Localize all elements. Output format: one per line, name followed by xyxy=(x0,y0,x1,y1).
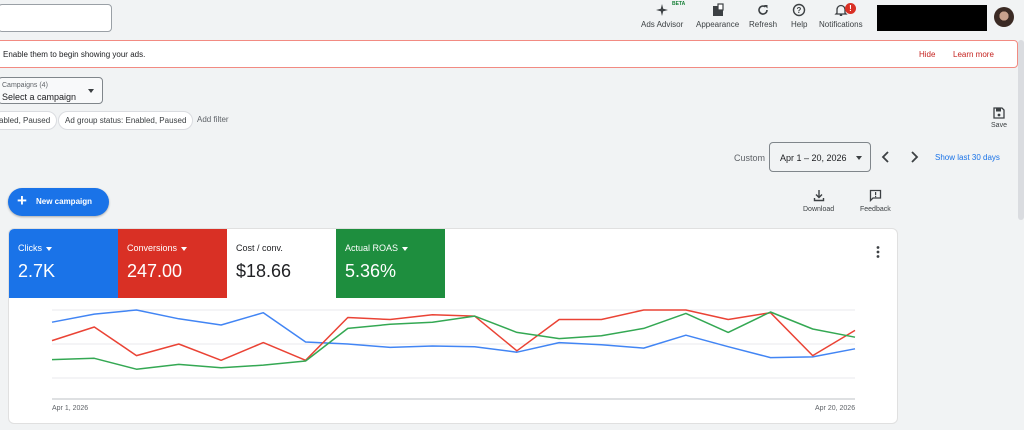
feedback-label: Feedback xyxy=(860,206,891,213)
chevron-down-icon[interactable] xyxy=(181,246,188,251)
campaign-status-filter-chip[interactable]: abled, Paused xyxy=(0,111,58,130)
chevron-down-icon[interactable] xyxy=(46,246,52,251)
campaign-select[interactable]: Campaigns (4) Select a campaign xyxy=(0,77,103,104)
avatar[interactable] xyxy=(994,7,1014,27)
chevron-down-icon xyxy=(856,156,862,160)
series-line-clicks xyxy=(51,309,856,359)
appearance-button[interactable]: Appearance xyxy=(696,3,739,33)
metric-value: 2.7K xyxy=(18,261,56,281)
refresh-icon xyxy=(758,5,768,15)
hide-link[interactable]: Hide xyxy=(919,50,935,59)
feedback-icon xyxy=(869,189,882,202)
metric-label: Clicks xyxy=(18,243,42,253)
date-range-picker[interactable]: Apr 1 – 20, 2026 xyxy=(769,142,871,172)
metric-tab-actual-roas[interactable]: Actual ROAS 5.36% xyxy=(336,229,445,298)
more-options-icon[interactable] xyxy=(875,245,881,259)
download-button[interactable]: Download xyxy=(803,189,834,213)
account-name-redacted[interactable] xyxy=(877,5,987,31)
svg-text:?: ? xyxy=(797,6,802,15)
series-line-actual-roas xyxy=(51,311,856,370)
learn-more-link[interactable]: Learn more xyxy=(953,50,994,59)
search-input[interactable] xyxy=(0,4,112,32)
add-filter-button[interactable]: Add filter xyxy=(197,115,229,124)
notification-badge: ! xyxy=(845,3,856,14)
download-label: Download xyxy=(803,206,835,213)
download-icon xyxy=(813,190,824,202)
date-range-value: Apr 1 – 20, 2026 xyxy=(780,153,847,163)
ads-advisor-button[interactable]: Ads Advisor BETA xyxy=(641,1,686,33)
ads-advisor-label: Ads Advisor xyxy=(641,20,684,29)
notifications-label: Notifications xyxy=(819,20,863,29)
appearance-label: Appearance xyxy=(696,20,740,29)
scrollbar[interactable] xyxy=(1018,40,1024,220)
appearance-icon xyxy=(712,3,724,16)
x-axis-start-label: Apr 1, 2026 xyxy=(52,405,89,412)
metric-label: Actual ROAS xyxy=(345,243,399,253)
metric-label: Cost / conv. xyxy=(236,243,283,253)
chevron-down-icon xyxy=(88,89,94,93)
notice-banner: Enable them to begin showing your ads. H… xyxy=(0,40,1018,68)
metric-label: Conversions xyxy=(127,243,178,253)
metric-value: $18.66 xyxy=(236,261,292,281)
metric-tab-clicks[interactable]: Clicks 2.7K xyxy=(9,229,118,298)
campaign-select-label: Campaigns (4) xyxy=(2,82,48,89)
notice-text: Enable them to begin showing your ads. xyxy=(3,50,146,59)
date-mode-label: Custom xyxy=(734,153,766,163)
refresh-button[interactable]: Refresh xyxy=(749,3,777,33)
performance-line-chart xyxy=(51,309,856,400)
plus-icon: + xyxy=(17,191,27,210)
sparkle-icon xyxy=(656,4,669,16)
next-period-icon[interactable] xyxy=(907,149,921,165)
help-label: Help xyxy=(791,20,808,29)
metric-tab-conversions[interactable]: Conversions 247.00 xyxy=(118,229,227,298)
save-button[interactable]: Save xyxy=(988,107,1010,129)
save-label: Save xyxy=(991,122,1007,129)
help-icon: ? xyxy=(793,3,806,17)
metric-value: 247.00 xyxy=(127,261,183,281)
help-button[interactable]: ? Help xyxy=(791,3,807,33)
new-campaign-button[interactable]: + New campaign xyxy=(8,188,109,216)
previous-period-icon[interactable] xyxy=(879,149,893,165)
x-axis-end-label: Apr 20, 2026 xyxy=(815,405,856,412)
metric-tab-cost-per-conversion[interactable]: Cost / conv. $18.66 xyxy=(227,229,336,298)
beta-badge: BETA xyxy=(672,1,686,7)
performance-chart-card: Clicks 2.7K Conversions 247.00 Cost / co… xyxy=(8,228,898,424)
refresh-label: Refresh xyxy=(749,20,778,29)
top-bar: Ads Advisor BETA Appearance Refresh ? He… xyxy=(0,0,1024,38)
ad-group-status-filter-chip[interactable]: Ad group status: Enabled, Paused xyxy=(58,111,194,130)
metric-value: 5.36% xyxy=(345,261,397,281)
notifications-button[interactable]: Notifications ! xyxy=(819,3,863,33)
campaign-select-value: Select a campaign xyxy=(2,92,77,102)
chevron-down-icon[interactable] xyxy=(402,246,409,251)
new-campaign-label: New campaign xyxy=(36,197,93,206)
show-last-30-days-link[interactable]: Show last 30 days xyxy=(935,153,1000,162)
feedback-button[interactable]: Feedback xyxy=(860,189,891,213)
save-icon xyxy=(993,107,1005,119)
